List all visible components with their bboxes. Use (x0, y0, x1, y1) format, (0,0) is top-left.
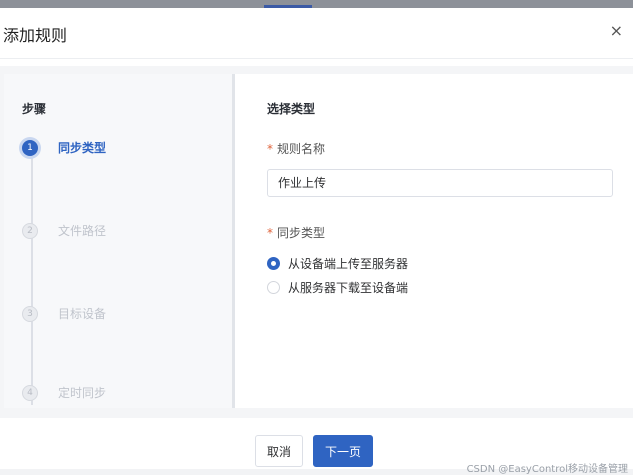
dialog-body: 步骤 1 同步类型 2 文件路径 3 目标设备 4 定时同步 选择类型 * 规则… (0, 66, 633, 418)
watermark: CSDN @EasyControl移动设备管理 (466, 464, 628, 475)
radio-checked-icon (267, 257, 280, 270)
rule-name-label: * 规则名称 (267, 140, 325, 157)
form-panel: 选择类型 * 规则名称 作业上传 * 同步类型 从设备端上传至服务器 从服务器下载至… (235, 74, 633, 408)
steps-connector-line (31, 150, 33, 405)
step-label: 定时同步 (58, 386, 107, 400)
step-number-icon: 1 (22, 139, 38, 156)
step-file-path[interactable]: 2 文件路径 (22, 222, 106, 239)
radio-upload-to-server[interactable]: 从设备端上传至服务器 (267, 255, 408, 272)
background-topbar (0, 0, 633, 8)
step-number-icon: 4 (22, 384, 38, 401)
step-label: 文件路径 (58, 224, 107, 238)
dialog-footer: 取消 下一页 CSDN @EasyControl移动设备管理 (0, 418, 633, 475)
steps-heading: 步骤 (22, 102, 47, 116)
sync-type-label: * 同步类型 (267, 224, 325, 241)
add-rule-dialog: 添加规则 × 步骤 1 同步类型 2 文件路径 3 目标设备 4 定时同步 选择… (0, 8, 633, 475)
radio-label: 从服务器下载至设备端 (288, 281, 409, 295)
rule-name-label-text: 规则名称 (277, 142, 326, 156)
dialog-title: 添加规则 (3, 26, 68, 45)
rule-name-input[interactable]: 作业上传 (267, 169, 613, 197)
close-icon[interactable]: × (610, 21, 623, 40)
radio-label: 从设备端上传至服务器 (288, 257, 409, 271)
required-mark: * (267, 142, 273, 156)
dialog-header: 添加规则 × (0, 8, 633, 59)
step-label: 同步类型 (58, 141, 107, 155)
radio-unchecked-icon (267, 281, 280, 294)
step-number-icon: 3 (22, 305, 38, 322)
steps-panel: 步骤 1 同步类型 2 文件路径 3 目标设备 4 定时同步 (4, 74, 232, 408)
sync-type-label-text: 同步类型 (277, 226, 326, 240)
step-label: 目标设备 (58, 307, 107, 321)
step-number-icon: 2 (22, 222, 38, 239)
step-sync-type[interactable]: 1 同步类型 (22, 139, 106, 156)
section-title: 选择类型 (267, 102, 316, 116)
step-target-device[interactable]: 3 目标设备 (22, 305, 106, 322)
radio-download-to-device[interactable]: 从服务器下载至设备端 (267, 279, 408, 296)
next-page-button[interactable]: 下一页 (313, 435, 373, 467)
step-scheduled-sync[interactable]: 4 定时同步 (22, 384, 106, 401)
required-mark: * (267, 226, 273, 240)
cancel-button[interactable]: 取消 (255, 435, 303, 467)
